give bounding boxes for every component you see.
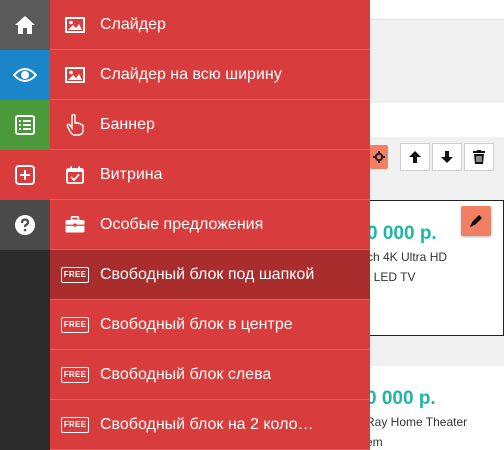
eye-icon — [13, 68, 37, 82]
free-badge-icon: FREE — [50, 316, 100, 333]
arrow-up-icon — [409, 151, 421, 163]
calendar-check-icon — [50, 166, 100, 184]
menu-item-free-block-2-columns[interactable]: FREE Свободный блок на 2 коло… — [50, 400, 370, 450]
icon-rail — [0, 0, 50, 450]
product-card[interactable]: 0 000 р. Ray Home Theater em — [354, 366, 504, 450]
free-badge-icon: FREE — [50, 366, 100, 383]
menu-item-free-block-left[interactable]: FREE Свободный блок слева — [50, 350, 370, 400]
header-strip — [370, 0, 504, 20]
menu-item-fullwidth-slider[interactable]: Слайдер на всю ширину — [50, 50, 370, 100]
add-block-menu: Слайдер Слайдер на всю ширину Баннер Вит… — [50, 0, 370, 450]
rail-preview-button[interactable] — [0, 50, 50, 100]
menu-item-label: Слайдер — [100, 15, 166, 33]
settings-button[interactable] — [370, 145, 388, 169]
menu-item-label: Баннер — [100, 115, 155, 133]
list-icon — [15, 115, 35, 135]
rail-list-button[interactable] — [0, 100, 50, 150]
delete-button[interactable] — [464, 143, 494, 171]
rail-add-block-button[interactable] — [0, 150, 50, 200]
menu-item-banner[interactable]: Баннер — [50, 100, 370, 150]
menu-item-free-block-center[interactable]: FREE Свободный блок в центре — [50, 300, 370, 350]
menu-item-label: Особые предложения — [100, 215, 264, 233]
menu-item-label: Витрина — [100, 165, 163, 183]
menu-item-label: Свободный блок слева — [100, 365, 272, 383]
menu-item-free-block-under-header[interactable]: FREE Свободный блок под шапкой — [50, 250, 370, 300]
menu-item-label: Свободный блок под шапкой — [100, 265, 315, 283]
move-down-button[interactable] — [432, 143, 462, 171]
question-circle-icon — [15, 215, 35, 235]
menu-item-special-offers[interactable]: Особые предложения — [50, 200, 370, 250]
briefcase-icon — [50, 216, 100, 233]
free-badge-text: FREE — [60, 316, 90, 333]
rail-home-button[interactable] — [0, 0, 50, 50]
arrow-down-icon — [441, 151, 453, 163]
content-strip — [370, 103, 504, 137]
menu-item-label: Слайдер на всю ширину — [100, 65, 282, 83]
product-price: 0 000 р. — [366, 388, 436, 409]
home-icon — [15, 16, 35, 34]
block-toolbar — [370, 137, 504, 179]
product-name-line: Ray Home Theater — [366, 415, 468, 429]
menu-item-label: Свободный блок в центре — [100, 315, 293, 333]
image-icon — [50, 66, 100, 83]
product-price: 0 000 р. — [367, 223, 437, 244]
free-badge-text: FREE — [60, 366, 90, 383]
image-icon — [50, 16, 100, 33]
free-badge-icon: FREE — [50, 416, 100, 433]
pencil-icon — [470, 215, 482, 227]
menu-item-slider[interactable]: Слайдер — [50, 0, 370, 50]
menu-item-label: Свободный блок на 2 коло… — [100, 415, 314, 433]
pointer-hand-icon — [50, 113, 100, 136]
free-badge-icon: FREE — [50, 266, 100, 283]
edit-button[interactable] — [461, 206, 491, 236]
plus-square-icon — [15, 165, 35, 185]
free-badge-text: FREE — [60, 416, 90, 433]
gear-icon — [373, 151, 385, 163]
menu-item-showcase[interactable]: Витрина — [50, 150, 370, 200]
free-badge-text: FREE — [60, 266, 90, 283]
trash-icon — [473, 150, 485, 164]
move-up-button[interactable] — [400, 143, 430, 171]
product-name-line: ch 4K Ultra HD — [367, 250, 448, 264]
rail-help-button[interactable] — [0, 200, 50, 250]
product-name-line: t LED TV — [367, 270, 416, 284]
